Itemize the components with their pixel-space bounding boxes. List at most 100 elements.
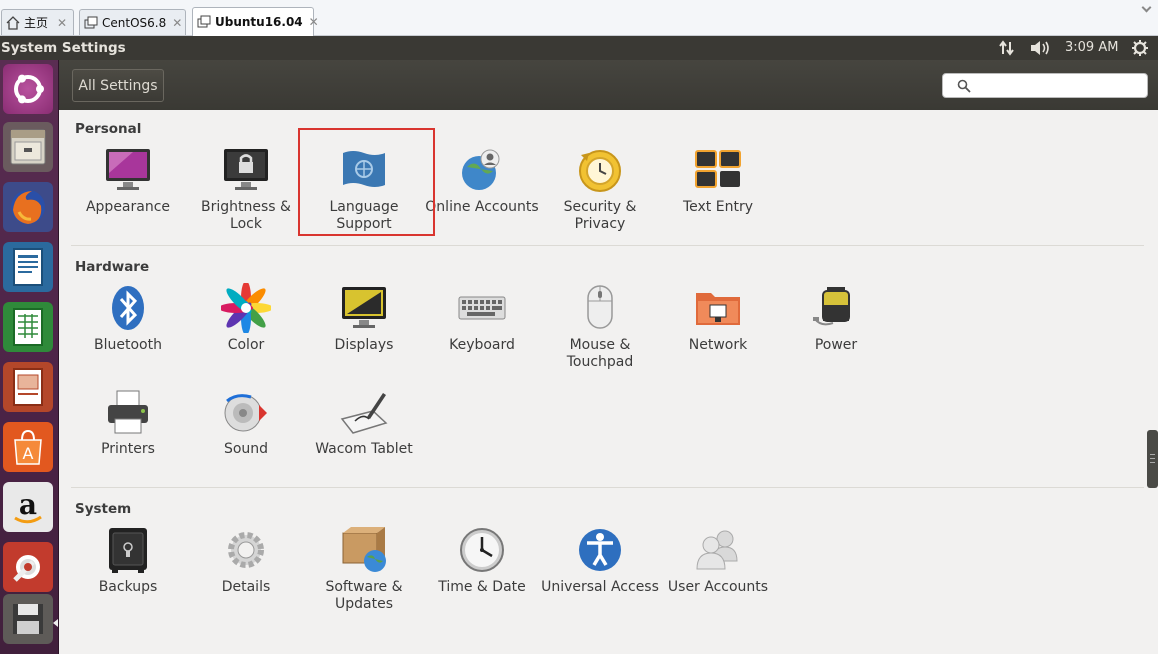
host-tab-label: Ubuntu16.04 — [215, 15, 303, 29]
item-universal-access[interactable]: Universal Access — [541, 521, 659, 625]
item-label: Security & Privacy — [563, 199, 637, 232]
item-label: Appearance — [85, 199, 171, 215]
calc-icon[interactable] — [3, 302, 53, 352]
item-appearance[interactable]: Appearance — [69, 141, 187, 245]
lock-screen-icon — [224, 149, 268, 190]
host-tab-home[interactable]: 主页 ✕ — [1, 9, 74, 35]
files-icon[interactable] — [3, 122, 53, 172]
close-icon[interactable]: ✕ — [57, 16, 67, 30]
item-sound[interactable]: Sound — [187, 383, 305, 487]
host-tab-label: CentOS6.8 — [102, 15, 167, 30]
software-center-icon[interactable]: A — [3, 422, 53, 472]
details-gear-icon — [228, 532, 264, 568]
item-label: Printers — [101, 441, 155, 457]
safe-icon — [109, 528, 147, 573]
impress-icon[interactable] — [3, 362, 53, 412]
item-label: Sound — [223, 441, 269, 457]
item-label: Time & Date — [438, 579, 526, 595]
section-divider — [71, 487, 1144, 488]
power-gear-icon[interactable] — [1131, 39, 1149, 57]
network-updown-icon[interactable] — [998, 39, 1016, 57]
vm-icon — [84, 16, 98, 28]
item-online-accounts[interactable]: Online Accounts — [423, 141, 541, 245]
clock-icon — [460, 528, 504, 572]
item-label: Details — [221, 579, 271, 595]
item-text-entry[interactable]: Text Entry — [659, 141, 777, 245]
settings-grid: Personal Appearance Brightness & Lock La… — [59, 110, 1158, 654]
home-icon — [6, 15, 20, 30]
item-displays[interactable]: Displays — [305, 279, 423, 383]
firefox-icon[interactable] — [3, 182, 53, 232]
item-label: Keyboard — [449, 337, 515, 353]
item-label: Wacom Tablet — [315, 441, 413, 457]
item-details[interactable]: Details — [187, 521, 305, 625]
item-label: Brightness & Lock — [201, 199, 291, 232]
highlight-box — [298, 128, 435, 236]
item-wacom-tablet[interactable]: Wacom Tablet — [305, 383, 423, 487]
writer-icon[interactable] — [3, 242, 53, 292]
vm-icon — [197, 15, 211, 28]
item-label: Online Accounts — [425, 199, 539, 215]
floppy-icon[interactable] — [3, 594, 53, 644]
host-tab-label: 主页 — [24, 16, 49, 30]
item-label: Bluetooth — [94, 337, 162, 353]
ubuntu-dash-icon[interactable] — [3, 64, 53, 114]
section-personal-title: Personal — [75, 121, 142, 137]
settings-header: All Settings — [59, 60, 1158, 110]
top-panel: System Settings 3:09 AM — [0, 36, 1158, 60]
software-updates-icon — [342, 527, 386, 572]
svg-text:A: A — [23, 444, 34, 463]
mouse-icon — [587, 285, 613, 329]
item-security-privacy[interactable]: Security & Privacy — [541, 141, 659, 245]
host-tab-centos[interactable]: CentOS6.8 ✕ — [79, 9, 186, 35]
users-icon — [696, 530, 738, 570]
item-label: Software & Updates — [325, 579, 403, 612]
item-time-date[interactable]: Time & Date — [423, 521, 541, 625]
accessibility-icon — [579, 529, 621, 571]
item-power[interactable]: Power — [777, 279, 895, 383]
item-mouse-touchpad[interactable]: Mouse & Touchpad — [541, 279, 659, 383]
all-settings-button[interactable]: All Settings — [72, 69, 164, 102]
keyboard-icon — [458, 296, 506, 320]
item-label: User Accounts — [667, 579, 769, 595]
active-app-arrow — [53, 619, 58, 627]
system-settings-icon[interactable] — [3, 542, 53, 592]
item-label: Backups — [98, 579, 158, 595]
search-input[interactable] — [942, 73, 1148, 98]
item-color[interactable]: Color — [187, 279, 305, 383]
item-network[interactable]: Network — [659, 279, 777, 383]
appearance-icon — [106, 149, 150, 190]
item-brightness-lock[interactable]: Brightness & Lock — [187, 141, 305, 245]
item-software-updates[interactable]: Software & Updates — [305, 521, 423, 625]
host-tab-ubuntu[interactable]: Ubuntu16.04 ✕ — [192, 7, 319, 36]
unity-launcher: A a — [0, 60, 59, 654]
item-printers[interactable]: Printers — [69, 383, 187, 487]
tab-dropdown-icon[interactable] — [1141, 2, 1152, 13]
bluetooth-icon — [112, 286, 144, 330]
host-tab-strip: 主页 ✕ CentOS6.8 ✕ Ubuntu16.04 ✕ — [0, 0, 1158, 36]
clock[interactable]: 3:09 AM — [1065, 40, 1118, 55]
item-bluetooth[interactable]: Bluetooth — [69, 279, 187, 383]
close-icon[interactable]: ✕ — [172, 16, 182, 30]
security-privacy-icon — [579, 150, 621, 192]
displays-icon — [342, 287, 386, 328]
text-entry-icon — [695, 150, 741, 188]
item-label: Power — [814, 337, 858, 353]
scrollbar-handle[interactable] — [1147, 430, 1158, 488]
battery-icon — [813, 287, 850, 326]
item-user-accounts[interactable]: User Accounts — [659, 521, 777, 625]
speaker-icon — [224, 394, 267, 432]
online-accounts-icon — [462, 149, 500, 190]
amazon-icon[interactable]: a — [3, 482, 53, 532]
window-title: System Settings — [1, 40, 126, 56]
search-icon — [957, 79, 971, 93]
item-keyboard[interactable]: Keyboard — [423, 279, 541, 383]
printer-icon — [108, 390, 148, 434]
close-icon[interactable]: ✕ — [309, 15, 319, 29]
color-icon — [221, 283, 271, 333]
volume-icon[interactable] — [1029, 39, 1051, 57]
item-backups[interactable]: Backups — [69, 521, 187, 625]
item-label: Text Entry — [682, 199, 753, 215]
section-divider — [71, 245, 1144, 246]
item-label: Mouse & Touchpad — [566, 337, 634, 370]
